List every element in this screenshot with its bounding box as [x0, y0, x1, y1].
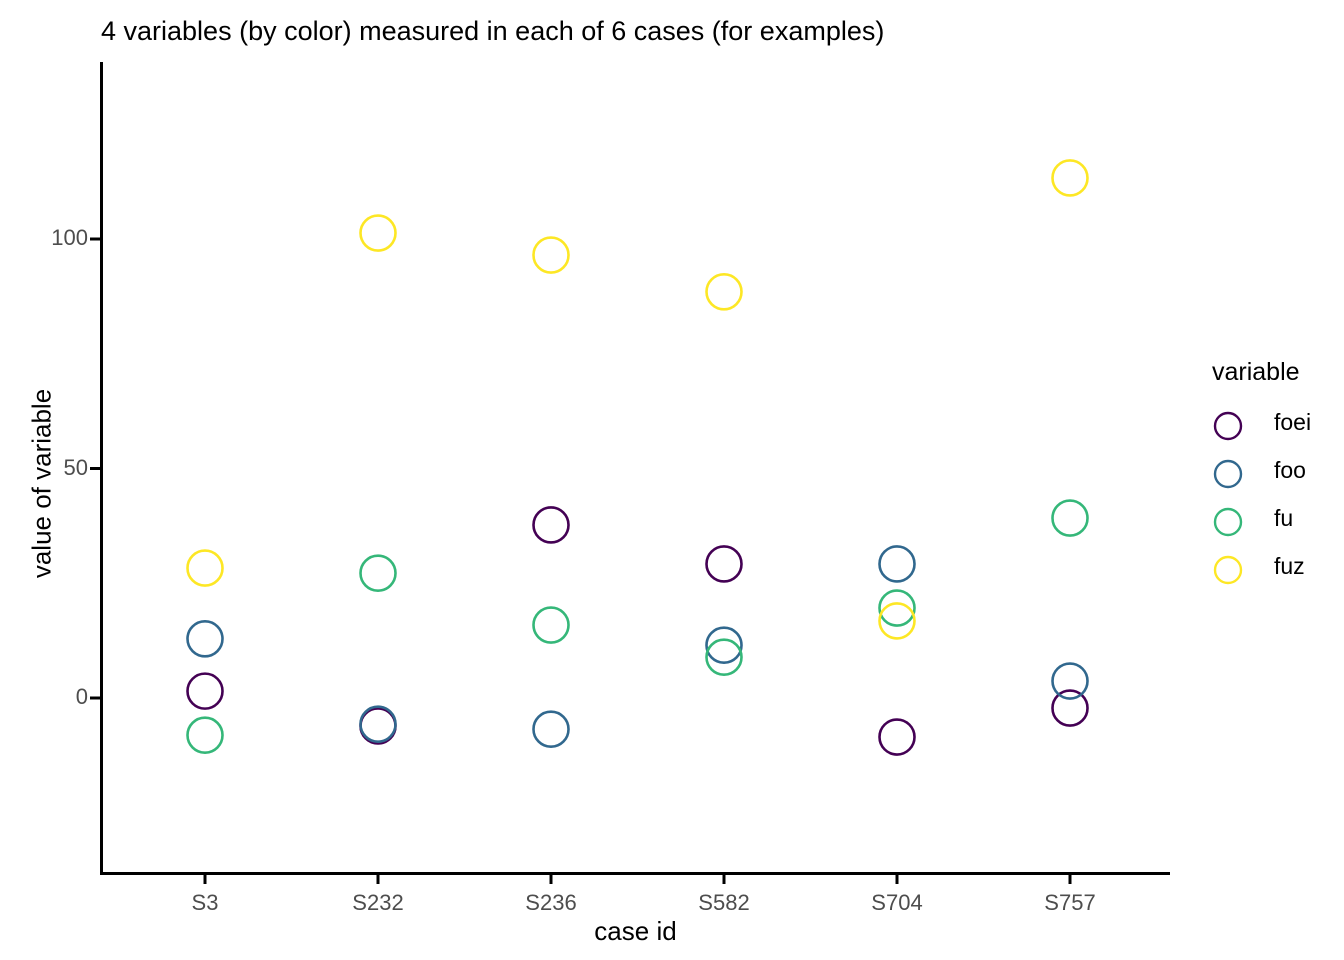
x-axis-tick-label-s757: S757 — [1044, 890, 1096, 915]
y-axis-ticks — [90, 237, 101, 700]
y-axis-title: value of variable — [26, 388, 57, 579]
data-point — [705, 272, 743, 311]
legend-item-label: fuz — [1274, 553, 1305, 579]
data-point — [532, 506, 570, 544]
legend-item-fuz[interactable]: fuz — [1212, 546, 1342, 594]
y-axis-tick-label: 100 — [51, 225, 88, 250]
data-point — [359, 214, 397, 252]
legend-circle-icon — [1212, 458, 1244, 490]
data-point — [878, 545, 916, 583]
legend-circle-icon — [1212, 506, 1244, 538]
data-point — [1051, 689, 1089, 727]
legend-circle-icon — [1212, 554, 1244, 586]
data-point — [1051, 159, 1089, 197]
data-point — [186, 672, 224, 710]
legend-item-label: fu — [1274, 505, 1294, 531]
data-point — [532, 236, 570, 274]
legend-item-fu[interactable]: fu — [1212, 498, 1342, 546]
legend-item-foo[interactable]: foo — [1212, 450, 1342, 498]
legend-item-foei[interactable]: foei — [1212, 402, 1342, 450]
data-point — [532, 606, 570, 644]
x-axis-tick-label-s3: S3 — [191, 890, 219, 915]
x-axis-title: case id — [594, 916, 677, 946]
data-point — [186, 619, 224, 658]
legend-item-label: foo — [1274, 457, 1306, 483]
data-point — [359, 554, 397, 592]
x-axis-tick-label-s232: S232 — [352, 890, 404, 915]
data-point-layer — [186, 159, 1089, 756]
data-point — [705, 545, 743, 583]
data-point — [532, 710, 570, 749]
legend-title: variable — [1212, 358, 1300, 386]
data-point — [186, 716, 224, 754]
x-axis-tick-label-s704: S704 — [871, 890, 923, 915]
data-point — [1051, 499, 1089, 537]
scatter-plot-figure: 4 variables (by color) measured in each … — [0, 0, 1344, 960]
axis-lines — [100, 62, 1170, 875]
data-point — [1051, 662, 1089, 700]
legend-circle-icon — [1212, 410, 1244, 442]
x-axis-tick-label-s236: S236 — [525, 890, 577, 915]
legend-item-label: foei — [1274, 409, 1312, 435]
data-point — [878, 718, 916, 756]
x-axis-tick-label-s582: S582 — [698, 890, 750, 915]
data-point — [359, 705, 397, 743]
data-point — [186, 549, 224, 587]
plot-panel — [90, 62, 1170, 884]
